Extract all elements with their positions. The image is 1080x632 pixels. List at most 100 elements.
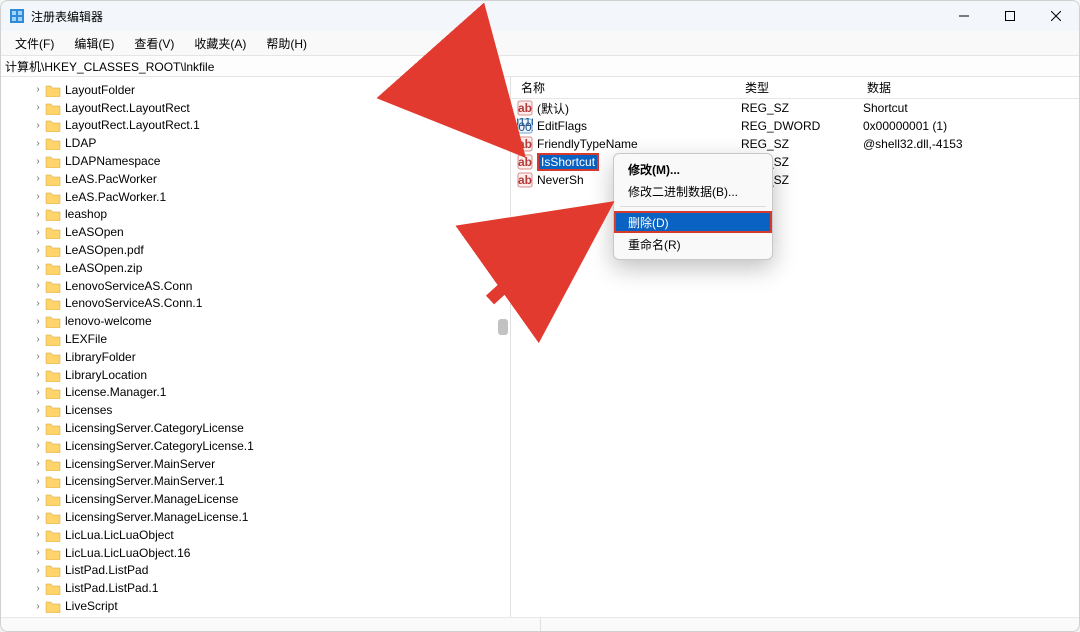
tree-node[interactable]: ›LayoutFolder <box>1 81 510 99</box>
value-name: EditFlags <box>537 119 741 133</box>
tree-node[interactable]: › Licenses <box>1 401 510 419</box>
list-header[interactable]: 名称 类型 数据 <box>511 77 1079 99</box>
expand-icon[interactable]: › <box>31 120 45 131</box>
tree-node[interactable]: ›LicensingServer.ManageLicense.1 <box>1 508 510 526</box>
menu-item[interactable]: 文件(F) <box>7 33 62 54</box>
tree-node[interactable]: ›LibraryLocation <box>1 366 510 384</box>
expand-icon[interactable]: › <box>31 351 45 362</box>
expand-icon[interactable]: › <box>31 476 45 487</box>
menu-item[interactable]: 收藏夹(A) <box>186 33 254 54</box>
tree-node[interactable]: ›lenovo-welcome <box>1 312 510 330</box>
context-menu-delete[interactable]: 删除(D) <box>614 211 772 233</box>
tree-node[interactable]: ›leashop <box>1 206 510 224</box>
expand-icon[interactable]: › <box>31 334 45 345</box>
expand-icon[interactable]: › <box>31 458 45 469</box>
tree-node[interactable]: › LiveScript <box>1 597 510 615</box>
tree-node[interactable]: ›LicensingServer.CategoryLicense <box>1 419 510 437</box>
expand-icon[interactable]: › <box>31 494 45 505</box>
context-menu-modify-binary[interactable]: 修改二进制数据(B)... <box>614 180 772 202</box>
expand-icon[interactable]: › <box>31 262 45 273</box>
maximize-button[interactable] <box>987 1 1033 31</box>
col-type-header[interactable]: 类型 <box>745 79 867 96</box>
tree-node[interactable]: ›LayoutRect.LayoutRect.1 <box>1 117 510 135</box>
expand-icon[interactable]: › <box>31 173 45 184</box>
menu-item[interactable]: 查看(V) <box>126 33 182 54</box>
value-row[interactable]: abNeverShREG_SZ <box>511 171 1079 189</box>
tree-node[interactable]: › LenovoServiceAS.Conn.1 <box>1 295 510 313</box>
tree-node[interactable]: ›ListPad.ListPad <box>1 562 510 580</box>
expand-icon[interactable]: › <box>31 156 45 167</box>
expand-icon[interactable]: › <box>31 102 45 113</box>
tree-node[interactable]: › LDAPNamespace <box>1 152 510 170</box>
expand-icon[interactable]: › <box>31 583 45 594</box>
expand-icon[interactable]: › <box>31 316 45 327</box>
tree-vertical-scrollbar[interactable] <box>496 77 510 617</box>
tree-node[interactable]: ›LEXFile <box>1 330 510 348</box>
expand-icon[interactable]: › <box>31 547 45 558</box>
value-row[interactable]: abFriendlyTypeNameREG_SZ@shell32.dll,-41… <box>511 135 1079 153</box>
tree-node[interactable]: ›LeASOpen.zip <box>1 259 510 277</box>
tree-node[interactable]: ›LicensingServer.MainServer.1 <box>1 473 510 491</box>
expand-icon[interactable]: › <box>31 209 45 220</box>
expand-icon[interactable]: › <box>31 191 45 202</box>
menubar: 文件(F)编辑(E)查看(V)收藏夹(A)帮助(H) <box>1 31 1079 55</box>
expand-icon[interactable]: › <box>31 369 45 380</box>
tree-node[interactable]: ›LeASOpen <box>1 223 510 241</box>
tree-node[interactable]: ›LicensingServer.ManageLicense <box>1 490 510 508</box>
list-horizontal-scrollbar[interactable] <box>540 617 1080 631</box>
expand-icon[interactable]: › <box>31 245 45 256</box>
tree-node[interactable]: ›LicLua.LicLuaObject.16 <box>1 544 510 562</box>
expand-icon[interactable]: › <box>31 529 45 540</box>
minimize-button[interactable] <box>941 1 987 31</box>
tree-node[interactable]: ›LibraryFolder <box>1 348 510 366</box>
value-row[interactable]: abIsShortcutREG_SZ <box>511 153 1079 171</box>
expand-icon[interactable]: › <box>31 387 45 398</box>
tree-node[interactable]: ›LiveScript Author <box>1 615 510 617</box>
tree-node-label: Licenses <box>65 403 112 417</box>
tree-node[interactable]: ›LicLua.LicLuaObject <box>1 526 510 544</box>
expand-icon[interactable]: › <box>31 512 45 523</box>
tree-node[interactable]: ›LeAS.PacWorker <box>1 170 510 188</box>
tree-node[interactable]: ›LicensingServer.CategoryLicense.1 <box>1 437 510 455</box>
expand-icon[interactable]: › <box>31 423 45 434</box>
tree-node-label: LenovoServiceAS.Conn <box>65 279 192 293</box>
close-button[interactable] <box>1033 1 1079 31</box>
context-menu-rename[interactable]: 重命名(R) <box>614 233 772 255</box>
value-list-pane[interactable]: 名称 类型 数据 ab(默认)REG_SZShortcut01101001Edi… <box>511 77 1079 617</box>
col-data-header[interactable]: 数据 <box>867 79 1079 96</box>
menu-item[interactable]: 帮助(H) <box>258 33 315 54</box>
tree-node[interactable]: › LeAS.PacWorker.1 <box>1 188 510 206</box>
expand-icon[interactable]: › <box>31 601 45 612</box>
tree-pane[interactable]: ›LayoutFolder›LayoutRect.LayoutRect›Layo… <box>1 77 511 617</box>
expand-icon[interactable]: › <box>31 138 45 149</box>
value-name: FriendlyTypeName <box>537 137 741 151</box>
tree-node-label: LiveScript <box>65 599 118 613</box>
value-type: REG_DWORD <box>741 119 863 133</box>
menu-item[interactable]: 编辑(E) <box>66 33 122 54</box>
expand-icon[interactable]: › <box>31 440 45 451</box>
tree-node[interactable]: ›LayoutRect.LayoutRect <box>1 99 510 117</box>
tree-node[interactable]: › LenovoServiceAS.Conn <box>1 277 510 295</box>
tree-node-label: LeAS.PacWorker.1 <box>65 190 166 204</box>
address-bar[interactable]: 计算机\HKEY_CLASSES_ROOT\lnkfile <box>1 55 1079 77</box>
svg-text:ab: ab <box>518 173 532 187</box>
svg-text:1001: 1001 <box>517 120 533 134</box>
tree-node-label: LDAPNamespace <box>65 154 160 168</box>
tree-node[interactable]: ›License.Manager.1 <box>1 384 510 402</box>
tree-node[interactable]: ›LeASOpen.pdf <box>1 241 510 259</box>
expand-icon[interactable]: › <box>31 280 45 291</box>
tree-node-label: LenovoServiceAS.Conn.1 <box>65 296 202 310</box>
expand-icon[interactable]: › <box>31 565 45 576</box>
expand-icon[interactable]: › <box>31 84 45 95</box>
expand-icon[interactable]: › <box>31 227 45 238</box>
tree-horizontal-scrollbar[interactable] <box>1 617 540 631</box>
value-row[interactable]: 01101001EditFlagsREG_DWORD0x00000001 (1) <box>511 117 1079 135</box>
tree-node[interactable]: ›LDAP <box>1 134 510 152</box>
context-menu-modify[interactable]: 修改(M)... <box>614 158 772 180</box>
tree-node[interactable]: ›LicensingServer.MainServer <box>1 455 510 473</box>
col-name-header[interactable]: 名称 <box>515 79 745 96</box>
tree-node[interactable]: ›ListPad.ListPad.1 <box>1 579 510 597</box>
value-row[interactable]: ab(默认)REG_SZShortcut <box>511 99 1079 117</box>
expand-icon[interactable]: › <box>31 405 45 416</box>
expand-icon[interactable]: › <box>31 298 45 309</box>
